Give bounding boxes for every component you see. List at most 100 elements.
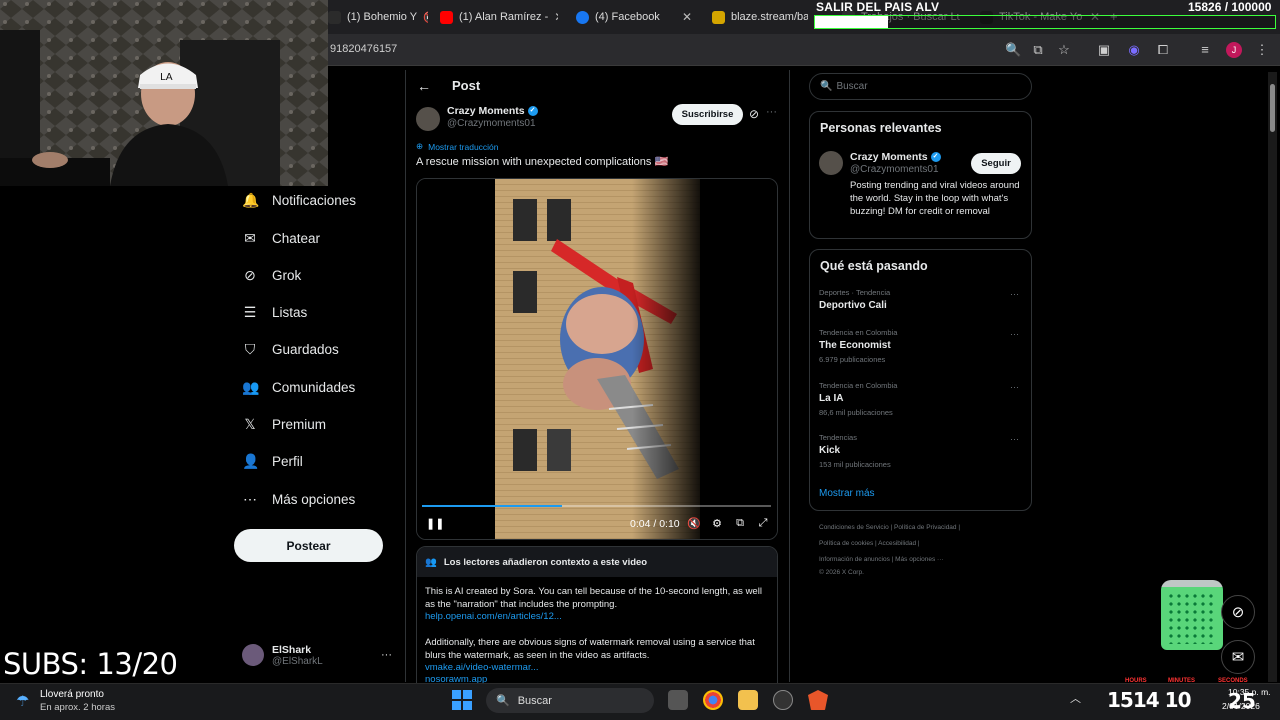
relevant-avatar[interactable] <box>819 151 843 175</box>
tray-expand-icon[interactable]: ︿ <box>1070 690 1081 706</box>
footer-links[interactable]: Política de cookies | Accesibilidad | <box>819 540 920 547</box>
windows-start-icon[interactable] <box>452 690 472 710</box>
trend-name[interactable]: Deportivo Cali <box>819 300 887 311</box>
browser-tab[interactable]: blaze.stream/back <box>712 6 808 28</box>
pause-icon[interactable]: ❚❚ <box>426 517 444 530</box>
nav-item-label: Perfil <box>272 453 303 469</box>
mute-icon[interactable]: 🔇 <box>423 11 428 24</box>
timer-label: SECONDS <box>1218 678 1248 684</box>
relevant-name[interactable]: Crazy Moments ✓ <box>850 151 941 163</box>
grok-icon[interactable]: ⊘ <box>749 107 759 121</box>
zoom-icon[interactable]: 🔍 <box>1005 42 1021 58</box>
author-handle: @Crazymoments01 <box>447 118 536 129</box>
file-explorer-icon[interactable] <box>738 690 758 710</box>
more-icon[interactable]: ··· <box>381 649 392 661</box>
show-more-link[interactable]: Mostrar más <box>819 488 875 499</box>
browser-tab[interactable]: (4) Facebook ✕ <box>576 6 692 28</box>
account-name: ElShark <box>272 643 312 656</box>
chrome-icon[interactable] <box>703 690 723 710</box>
stream-timer: 1514 10 <box>1107 688 1191 712</box>
scrollbar-thumb[interactable] <box>1270 84 1275 132</box>
video-progress-fill <box>422 505 562 507</box>
timer-hours: 15 <box>1107 688 1134 712</box>
mute-icon[interactable]: 🔇 <box>687 517 701 530</box>
nav-item-comunidades[interactable]: 👥 Comunidades <box>242 379 355 395</box>
video-player[interactable] <box>416 178 778 540</box>
close-tab-icon[interactable]: ✕ <box>682 10 692 24</box>
more-icon[interactable]: ··· <box>766 106 777 118</box>
nav-item-grok[interactable]: ⊘ Grok <box>242 267 301 283</box>
more-icon[interactable]: ··· <box>1010 434 1019 444</box>
weather-rain-icon[interactable]: ☂ <box>16 692 29 710</box>
timer-label: HOURS <box>1125 678 1147 684</box>
media-control-icon[interactable]: ≡ <box>1197 42 1213 58</box>
profile-avatar-icon[interactable]: J <box>1226 42 1242 58</box>
account-switcher[interactable]: ElShark @ElSharkL ··· <box>242 640 392 670</box>
grok-icon: ⊘ <box>244 267 256 283</box>
settings-gear-icon[interactable]: ⚙ <box>710 517 724 530</box>
back-arrow-icon[interactable]: ← <box>417 78 431 94</box>
trend-name[interactable]: La IA <box>819 393 843 404</box>
task-view-icon[interactable] <box>668 690 688 710</box>
author-name-text: Crazy Moments <box>447 105 525 117</box>
extensions-puzzle-icon[interactable]: ⧠ <box>1155 42 1171 58</box>
search-input[interactable]: 🔍 Buscar <box>809 73 1032 100</box>
facebook-favicon-icon <box>576 10 589 24</box>
relevant-name-text: Crazy Moments <box>850 151 928 163</box>
taskbar-search[interactable]: 🔍 Buscar <box>486 688 654 713</box>
trend-name[interactable]: Kick <box>819 445 840 456</box>
author-name[interactable]: Crazy Moments ✓ <box>447 105 538 117</box>
nav-item-guardados[interactable]: ⛉ Guardados <box>242 341 339 357</box>
verified-badge-icon: ✓ <box>527 106 538 117</box>
community-note-paragraph: Additionally, there are obvious signs of… <box>425 637 755 661</box>
nav-item-más-opciones[interactable]: ⋯ Más opciones <box>242 491 355 507</box>
community-note-link[interactable]: help.openai.com/en/articles/12... <box>425 611 562 622</box>
footer-links[interactable]: Condiciones de Servicio | Política de Pr… <box>819 524 960 531</box>
extension-icon[interactable]: ▣ <box>1096 42 1112 58</box>
nav-item-chatear[interactable]: ✉ Chatear <box>242 230 320 246</box>
nav-item-premium[interactable]: 𝕏 Premium <box>242 416 326 432</box>
browser-tab[interactable]: (1) Bohemio Y 🔇 ✕ <box>328 6 428 28</box>
more-icon[interactable]: ··· <box>1010 382 1019 392</box>
more-icon[interactable]: ··· <box>1010 289 1019 299</box>
author-avatar[interactable] <box>416 107 440 131</box>
grok-float-icon[interactable]: ⊘ <box>1221 595 1255 629</box>
subscribe-button[interactable]: Suscribirse <box>672 104 743 125</box>
community-note: 👥 Los lectores añadieron contexto a este… <box>416 546 778 686</box>
relevant-handle: @Crazymoments01 <box>850 164 939 175</box>
community-note-link[interactable]: vmake.ai/video-watermar... <box>425 662 539 673</box>
fullscreen-icon[interactable]: ⤢ <box>756 517 770 530</box>
picture-in-picture-icon[interactable]: ⧉ <box>733 517 747 530</box>
show-translation-link[interactable]: ⊕ Mostrar traducción <box>416 141 499 152</box>
video-time-label: 0:04 / 0:10 <box>630 518 680 530</box>
post-button[interactable]: Postear <box>234 529 383 562</box>
menu-kebab-icon[interactable]: ⋮ <box>1254 42 1270 58</box>
trend-name[interactable]: The Economist <box>819 340 891 351</box>
nav-item-notificaciones[interactable]: 🔔 Notificaciones <box>242 192 356 208</box>
stream-goal-title: SALIR DEL PAIS ALV <box>816 0 940 14</box>
bookmark-star-icon[interactable]: ☆ <box>1056 42 1072 58</box>
svg-text:LA: LA <box>160 72 173 83</box>
post-text: A rescue mission with unexpected complic… <box>416 156 669 168</box>
follow-button[interactable]: Seguir <box>971 153 1021 174</box>
footer-links[interactable]: Información de anuncios | Más opciones ·… <box>819 556 944 563</box>
video-progress-bar[interactable] <box>422 505 771 507</box>
app-icon[interactable] <box>773 690 793 710</box>
install-app-icon[interactable]: ⧉ <box>1030 42 1046 58</box>
weather-title[interactable]: Lloverá pronto <box>40 689 104 700</box>
nav-item-perfil[interactable]: 👤 Perfil <box>242 453 303 469</box>
url-field[interactable]: 91820476157 <box>330 43 397 55</box>
people-icon: 👥 <box>242 379 260 395</box>
search-icon: 🔍 <box>820 81 833 92</box>
list-icon: ☰ <box>243 304 257 320</box>
more-circle-icon: ⋯ <box>243 491 257 507</box>
page-scrollbar[interactable] <box>1268 72 1277 682</box>
messages-float-icon[interactable]: ✉ <box>1221 640 1255 674</box>
close-tab-icon[interactable]: ✕ <box>554 10 558 24</box>
browser-tab[interactable]: (1) Alan Ramírez - ✕ <box>440 6 558 28</box>
extension-icon[interactable]: ◉ <box>1126 42 1142 58</box>
timer-seconds-big: 25 <box>1228 689 1256 713</box>
community-note-header: 👥 Los lectores añadieron contexto a este… <box>417 547 777 577</box>
more-icon[interactable]: ··· <box>1010 329 1019 339</box>
nav-item-listas[interactable]: ☰ Listas <box>242 304 308 320</box>
